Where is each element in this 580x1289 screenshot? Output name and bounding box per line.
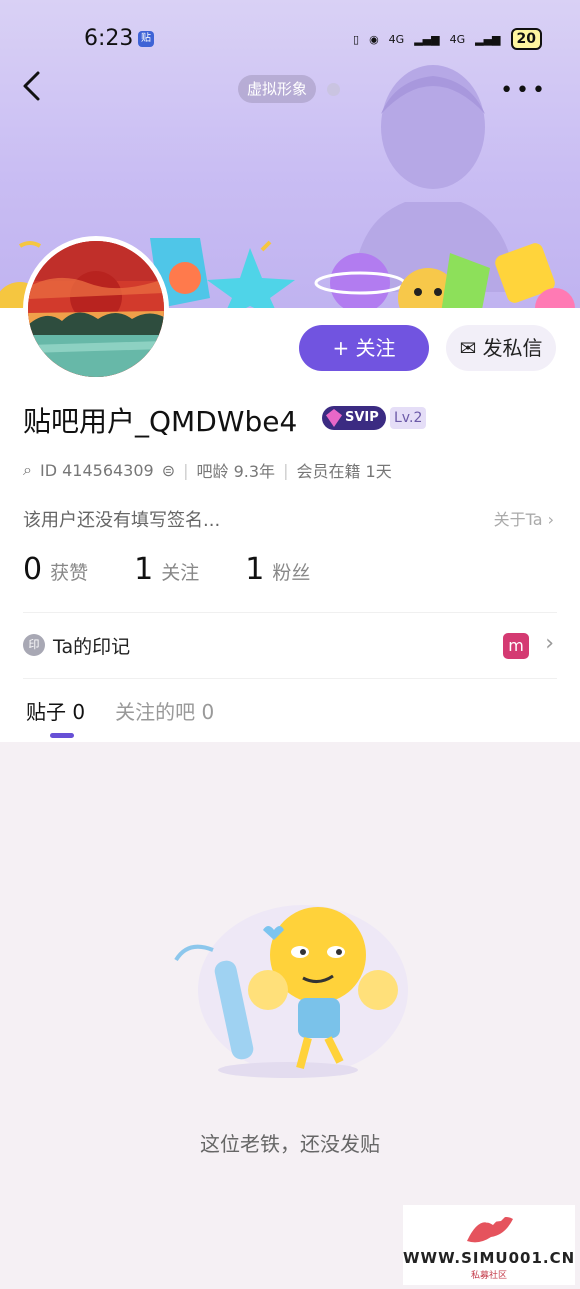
- chevron-right-icon[interactable]: ›: [545, 631, 554, 656]
- sunset-avatar-image: [28, 241, 164, 377]
- about-label: 关于Ta: [493, 510, 543, 529]
- site-watermark: WWW.SIMU001.CN 私募社区: [403, 1205, 575, 1285]
- stat-label: 关注: [161, 562, 200, 584]
- signal-icon: ▂▄▆: [475, 32, 501, 46]
- username: 贴吧用户_QMDWbe4: [23, 405, 298, 438]
- user-bio: 该用户还没有填写签名...: [23, 510, 221, 531]
- imprint-label[interactable]: Ta的印记: [53, 632, 130, 659]
- back-button[interactable]: [20, 70, 56, 110]
- virtual-avatar-tag[interactable]: 虚拟形象: [238, 75, 317, 103]
- about-link[interactable]: 关于Ta ›: [494, 506, 554, 530]
- bar-age: 吧龄 9.3年: [196, 462, 276, 481]
- direct-message-button[interactable]: ✉ 发私信: [446, 325, 556, 371]
- imprint-icon: 印: [23, 634, 45, 656]
- svip-badge[interactable]: SVIP: [322, 406, 386, 430]
- watermark-logo: [467, 1215, 513, 1243]
- search-icon: ⌕: [23, 460, 32, 479]
- stat-followers[interactable]: 1 粉丝: [245, 552, 310, 587]
- vibrate-icon: ▯: [353, 32, 360, 46]
- network-1: 4G: [388, 32, 405, 46]
- stat-label: 获赞: [50, 562, 89, 584]
- follow-button[interactable]: + 关注: [299, 325, 429, 371]
- stats-row: 0 获赞 1 关注 1 粉丝: [23, 552, 310, 587]
- signal-icon: ▂▄▆: [414, 32, 440, 46]
- chevron-right-icon: ›: [547, 510, 554, 529]
- network-2: 4G: [449, 32, 466, 46]
- virtual-tag-indicator: [327, 83, 340, 96]
- divider: [23, 612, 557, 613]
- battery-indicator: 20: [510, 28, 542, 50]
- more-options-button[interactable]: •••: [500, 78, 548, 103]
- user-meta-row: ⌕ ID 414564309 ⊜ | 吧龄 9.3年 | 会员在籍 1天: [23, 458, 392, 482]
- membership-duration: 会员在籍 1天: [296, 462, 392, 481]
- watermark-subtitle: 私募社区: [470, 1271, 507, 1281]
- svip-gem-icon: [326, 409, 342, 427]
- tab-posts[interactable]: 贴子 0: [26, 696, 85, 725]
- content-tabs: 贴子 0 关注的吧 0: [26, 696, 214, 725]
- level-badge[interactable]: Lv.2: [390, 407, 427, 429]
- tieba-notification-icon: 贴: [138, 31, 154, 47]
- copy-icon[interactable]: ⊜: [162, 461, 175, 480]
- stat-value: 1: [134, 552, 154, 587]
- stat-value: 1: [245, 552, 265, 587]
- imprint-badge-icon[interactable]: m: [503, 633, 529, 659]
- hotspot-icon: ◉: [369, 32, 379, 46]
- stat-likes[interactable]: 0 获赞: [23, 552, 88, 587]
- watermark-site: WWW.SIMU001.CN: [403, 1249, 576, 1267]
- user-id: ID 414564309: [39, 460, 154, 480]
- svip-label: SVIP: [345, 410, 379, 425]
- stat-following[interactable]: 1 关注: [134, 552, 199, 587]
- status-bar: 6:23 贴 ▯ ◉ 4G ▂▄▆ 4G ▂▄▆ 20: [0, 0, 580, 78]
- stat-value: 0: [23, 552, 43, 587]
- dm-button-label: 发私信: [482, 336, 543, 360]
- meta-separator: |: [283, 460, 289, 480]
- active-tab-indicator: [50, 733, 74, 738]
- chevron-left-icon: [23, 71, 40, 101]
- meta-separator: |: [183, 460, 189, 480]
- divider: [23, 678, 557, 679]
- status-time: 6:23: [84, 26, 134, 51]
- empty-state-mascot-illustration: [174, 905, 408, 1078]
- tab-followed-bars[interactable]: 关注的吧 0: [115, 696, 214, 725]
- envelope-icon: ✉: [459, 336, 477, 360]
- empty-state-message: 这位老铁，还没发贴: [200, 1132, 380, 1156]
- user-avatar[interactable]: [23, 236, 169, 382]
- stat-label: 粉丝: [272, 562, 311, 584]
